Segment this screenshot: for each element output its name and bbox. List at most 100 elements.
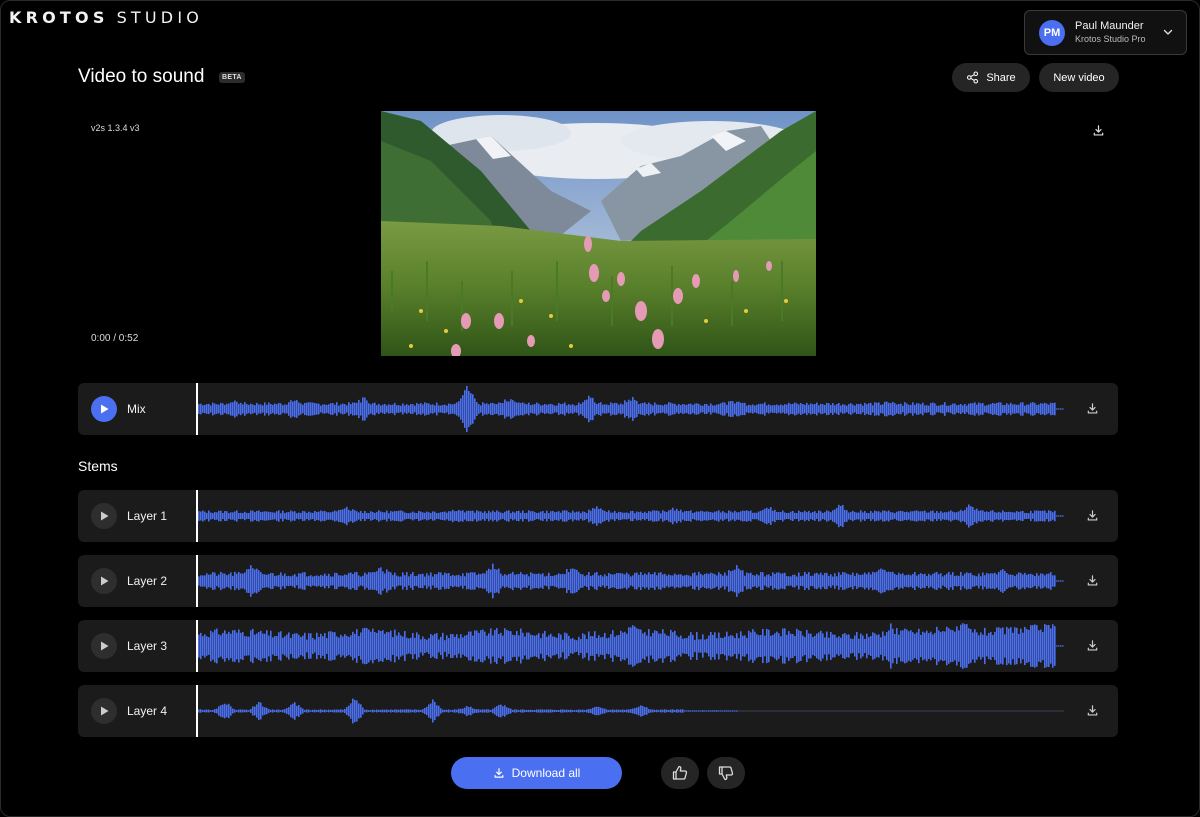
waveform-bar <box>426 511 428 521</box>
stem-track-layer-1[interactable]: Layer 1 <box>78 490 1118 542</box>
waveform-bar <box>594 508 596 524</box>
share-button[interactable]: Share <box>952 63 1030 92</box>
waveform-bar <box>1032 574 1034 588</box>
waveform-bar <box>944 512 946 520</box>
waveform-bar <box>454 403 456 415</box>
waveform-bar <box>1058 515 1060 517</box>
waveform-bar <box>676 709 678 713</box>
waveform-bar <box>786 404 788 414</box>
waveform-bar <box>614 709 616 713</box>
download-icon[interactable] <box>1086 704 1099 717</box>
waveform-bar <box>1028 574 1030 588</box>
waveform-bar <box>926 405 928 413</box>
waveform-bar <box>308 709 310 713</box>
layer-1-play-button[interactable] <box>91 503 117 529</box>
download-icon[interactable] <box>1086 509 1099 522</box>
download-icon[interactable] <box>1086 402 1099 415</box>
waveform-bar <box>436 705 438 717</box>
waveform-bar <box>370 572 372 590</box>
mix-play-button[interactable] <box>91 396 117 422</box>
waveform-bar <box>542 709 544 713</box>
waveform-bar <box>824 404 826 414</box>
waveform-bar <box>342 403 344 415</box>
download-icon[interactable] <box>1086 639 1099 652</box>
waveform-bar <box>702 575 704 587</box>
waveform-bar <box>346 635 348 657</box>
waveform-bar <box>292 511 294 521</box>
waveform-bar <box>538 633 540 659</box>
waveform-bar <box>818 510 820 522</box>
download-all-button[interactable]: Download all <box>451 757 622 789</box>
waveform-bar <box>220 510 222 522</box>
waveform-bar <box>654 510 656 522</box>
waveform-bar <box>850 511 852 521</box>
waveform-bar <box>828 403 830 415</box>
layer-4-play-button[interactable] <box>91 698 117 724</box>
user-menu[interactable]: PM Paul Maunder Krotos Studio Pro <box>1024 10 1187 55</box>
waveform-bar <box>216 575 218 587</box>
download-icon[interactable] <box>1086 574 1099 587</box>
waveform-bar <box>762 628 764 664</box>
waveform-bar <box>470 393 472 425</box>
waveform-bar <box>582 511 584 521</box>
waveform-bar <box>470 631 472 661</box>
waveform-bar <box>660 633 662 659</box>
waveform-bar <box>526 573 528 589</box>
waveform-bar <box>370 631 372 661</box>
stem-track-layer-3[interactable]: Layer 3 <box>78 620 1118 672</box>
waveform-bar <box>642 512 644 520</box>
waveform-bar <box>508 401 510 417</box>
new-video-button[interactable]: New video <box>1039 63 1119 92</box>
waveform-bar <box>908 631 910 661</box>
layer-2-play-button[interactable] <box>91 568 117 594</box>
waveform-bar <box>612 403 614 415</box>
waveform-bar <box>638 574 640 588</box>
waveform-bar <box>518 510 520 522</box>
waveform-bar <box>734 569 736 593</box>
video-preview[interactable] <box>381 111 816 356</box>
waveform-bar <box>1002 510 1004 522</box>
waveform-bar <box>548 635 550 657</box>
waveform-bar <box>290 637 292 655</box>
krotos-studio-logo[interactable]: KROTOS STUDIO <box>9 8 203 27</box>
waveform-bar <box>540 511 542 521</box>
layer-2-waveform[interactable] <box>198 555 1068 607</box>
layer-3-play-button[interactable] <box>91 633 117 659</box>
thumbs-down-button[interactable] <box>707 757 745 789</box>
stem-track-layer-4[interactable]: Layer 4 <box>78 685 1118 737</box>
waveform-bar <box>612 512 614 520</box>
waveform-bar <box>526 709 528 713</box>
thumbs-up-button[interactable] <box>661 757 699 789</box>
waveform-bar <box>434 701 436 721</box>
mix-waveform[interactable] <box>198 383 1068 435</box>
waveform-bar <box>880 404 882 414</box>
waveform-bar <box>356 511 358 521</box>
waveform-bar <box>632 510 634 522</box>
waveform-bar <box>392 511 394 521</box>
waveform-bar <box>944 575 946 587</box>
waveform-bar <box>462 637 464 655</box>
waveform-bar <box>534 512 536 520</box>
waveform-bar <box>898 572 900 590</box>
layer-1-waveform[interactable] <box>198 490 1068 542</box>
waveform-bar <box>520 572 522 590</box>
waveform-bar <box>850 638 852 654</box>
waveform-bar <box>580 709 582 713</box>
waveform-bar <box>928 633 930 659</box>
waveform-bar <box>1006 572 1008 590</box>
stem-track-layer-2[interactable]: Layer 2 <box>78 555 1118 607</box>
waveform-bar <box>794 635 796 657</box>
waveform-bar <box>814 635 816 657</box>
mix-track[interactable]: Mix <box>78 383 1118 435</box>
waveform-bar <box>522 574 524 588</box>
waveform-bar <box>456 575 458 587</box>
waveform-bar <box>868 513 870 519</box>
waveform-bar <box>412 571 414 591</box>
waveform-bar <box>484 631 486 661</box>
layer-3-waveform[interactable] <box>198 620 1068 672</box>
play-icon <box>100 641 108 651</box>
layer-4-waveform[interactable] <box>198 685 1068 737</box>
download-icon[interactable] <box>1092 124 1105 137</box>
waveform-bar <box>610 512 612 520</box>
waveform-bar <box>268 635 270 657</box>
